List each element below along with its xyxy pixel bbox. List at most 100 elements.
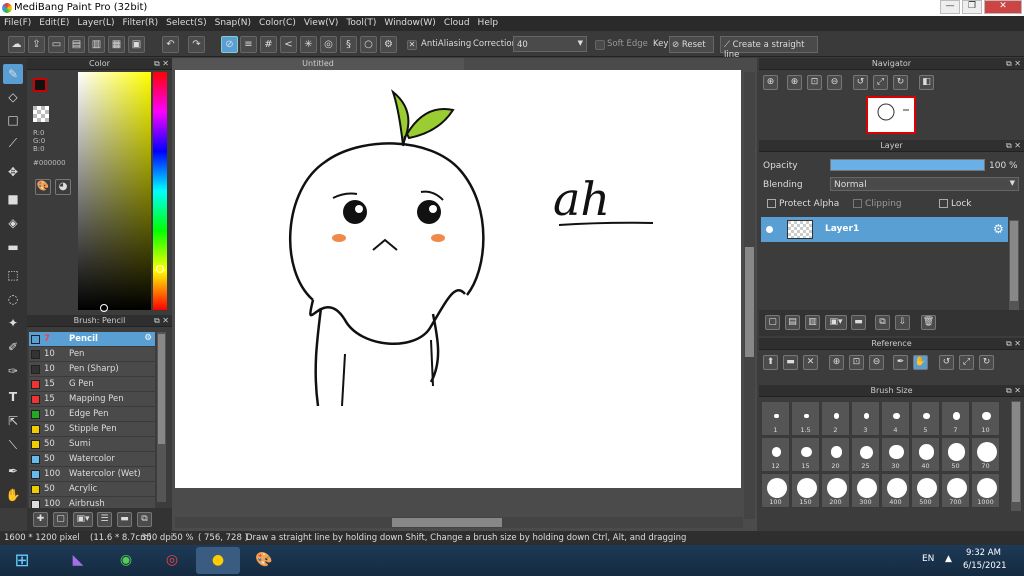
text-tool-icon[interactable]: T — [3, 387, 23, 407]
brush-size-option[interactable]: 1.5 — [791, 401, 820, 436]
magic-wand-icon[interactable]: ✦ — [3, 313, 23, 333]
layer-add-menu-icon[interactable]: ▣▾ — [825, 315, 847, 330]
layer-row[interactable]: Layer1 ⚙ — [761, 217, 1008, 242]
grid-doc-icon[interactable]: ▦ — [108, 36, 125, 53]
lock-checkbox[interactable] — [939, 199, 948, 208]
fill-tool-icon[interactable]: ◈ — [3, 213, 23, 233]
brush-size-option[interactable]: 300 — [851, 473, 880, 508]
paint-icon[interactable]: 🎨 — [242, 547, 286, 574]
blending-select[interactable]: Normal ▼ — [830, 177, 1019, 191]
panel-close-icon[interactable]: ⧉ ✕ — [154, 58, 169, 70]
tray-arrow-icon[interactable]: ▲ — [945, 554, 952, 564]
zoom-in-icon[interactable]: ⊕ — [763, 75, 778, 90]
brush-list-item[interactable]: 50 Acrylic — [29, 482, 155, 497]
protect-alpha-checkbox[interactable] — [767, 199, 776, 208]
add-brush-icon[interactable]: ✚ — [33, 512, 48, 527]
zoom-out-icon[interactable]: ⊖ — [827, 75, 842, 90]
restore-button[interactable]: ❐ — [962, 0, 982, 14]
menu-color[interactable]: Color(C) — [255, 16, 300, 30]
hand-tool-icon[interactable]: ✋ — [3, 485, 23, 505]
menu-select[interactable]: Select(S) — [162, 16, 211, 30]
soft-edge-checkbox[interactable] — [595, 40, 605, 50]
panel-close-icon[interactable]: ⧉ ✕ — [154, 315, 169, 327]
rotate-left-icon[interactable]: ↺ — [853, 75, 868, 90]
ref-open-icon[interactable]: ⬆ — [763, 355, 778, 370]
minimize-button[interactable]: — — [940, 0, 960, 14]
layout-icon[interactable]: ▣ — [128, 36, 145, 53]
transparent-color-swatch[interactable] — [33, 106, 49, 122]
hue-slider-handle[interactable] — [156, 265, 164, 273]
brush-size-option[interactable]: 5 — [911, 401, 940, 436]
clipping-checkbox[interactable] — [853, 199, 862, 208]
brush-size-option[interactable]: 700 — [941, 473, 970, 508]
menu-edit[interactable]: Edit(E) — [35, 16, 73, 30]
new-halftone-layer-icon[interactable]: ▤ — [785, 315, 800, 330]
ref-zoom-out-icon[interactable]: ⊖ — [869, 355, 884, 370]
correction-select[interactable]: 40 ▼ — [513, 36, 587, 52]
select-tool-icon[interactable]: ⬚ — [3, 265, 23, 285]
opacity-slider[interactable] — [830, 159, 985, 171]
medibang-taskbar-icon[interactable]: ● — [196, 547, 240, 574]
brush-size-option[interactable]: 400 — [881, 473, 910, 508]
brush-list-item[interactable]: 50 Sumi — [29, 437, 155, 452]
brush-size-option[interactable]: 15 — [791, 437, 820, 472]
snap-settings-icon[interactable]: ⚙ — [380, 36, 397, 53]
ref-zoom-in-icon[interactable]: ⊕ — [829, 355, 844, 370]
merge-layer-icon[interactable]: ⇩ — [895, 315, 910, 330]
visual-studio-icon[interactable]: ◣ — [56, 547, 100, 574]
undo-icon[interactable]: ↶ — [162, 36, 179, 53]
eraser-tool-icon[interactable]: ◇ — [3, 87, 23, 107]
brush-size-option[interactable]: 2 — [821, 401, 850, 436]
new-8bit-layer-icon[interactable]: ▥ — [805, 315, 820, 330]
duplicate-layer-icon[interactable]: ⧉ — [875, 315, 890, 330]
language-indicator[interactable]: EN — [922, 554, 934, 564]
layer-settings-icon[interactable]: ⚙ — [993, 222, 1004, 236]
ref-rotate-left-icon[interactable]: ↺ — [939, 355, 954, 370]
menu-cloud[interactable]: Cloud — [440, 16, 474, 30]
chrome-icon[interactable]: ◎ — [150, 547, 194, 574]
line-tool-icon[interactable]: ⟋ — [3, 133, 23, 153]
fit-icon[interactable]: ⊡ — [807, 75, 822, 90]
redo-icon[interactable]: ↷ — [188, 36, 205, 53]
navigator-thumbnail[interactable] — [866, 96, 916, 134]
drawing-canvas[interactable]: ah — [175, 70, 741, 488]
start-button-icon[interactable]: ⊞ — [2, 547, 42, 574]
brush-size-option[interactable]: 12 — [761, 437, 790, 472]
menu-tool[interactable]: Tool(T) — [342, 16, 380, 30]
foreground-color-swatch[interactable] — [33, 78, 47, 92]
brush-size-option[interactable]: 100 — [761, 473, 790, 508]
rotate-right-icon[interactable]: ↻ — [893, 75, 908, 90]
brush-size-option[interactable]: 500 — [911, 473, 940, 508]
divide-tool-icon[interactable]: ⟍ — [3, 435, 23, 455]
brush-list-item[interactable]: 15 G Pen — [29, 377, 155, 392]
eyedropper-icon[interactable]: ✒ — [3, 461, 23, 481]
ref-close-icon[interactable]: ✕ — [803, 355, 818, 370]
hue-slider[interactable] — [153, 72, 167, 310]
visibility-icon[interactable] — [766, 226, 773, 233]
vertical-scrollbar-thumb[interactable] — [745, 247, 754, 357]
comment-icon[interactable]: ▭ — [48, 36, 65, 53]
brush-size-option[interactable]: 150 — [791, 473, 820, 508]
curve-snap-icon[interactable]: § — [340, 36, 357, 53]
new-brush-icon[interactable]: ▢ — [53, 512, 68, 527]
menu-view[interactable]: View(V) — [300, 16, 343, 30]
menu-file[interactable]: File(F) — [0, 16, 35, 30]
cloud-icon[interactable]: ☁ — [8, 36, 25, 53]
brush-list-item[interactable]: 50 Stipple Pen — [29, 422, 155, 437]
ref-hand-icon[interactable]: ✋ — [913, 355, 928, 370]
antialiasing-checkbox[interactable]: ✕ — [407, 40, 417, 50]
brush-list-item[interactable]: 7 Pencil ⚙ — [29, 332, 155, 347]
clock-time[interactable]: 9:32 AM — [966, 548, 1001, 558]
scrollbar-thumb[interactable] — [158, 334, 165, 444]
create-straight-line-button[interactable]: ⟋ Create a straight line — [720, 36, 818, 60]
brush-size-option[interactable]: 7 — [941, 401, 970, 436]
brush-tool-icon[interactable]: ✎ — [3, 64, 23, 84]
zoom-in-2-icon[interactable]: ⊕ — [787, 75, 802, 90]
brush-list-scrollbar[interactable] — [157, 332, 166, 502]
panel-close-icon[interactable]: ⧉ ✕ — [1006, 58, 1021, 70]
panel-close-icon[interactable]: ⧉ ✕ — [1006, 140, 1021, 152]
brush-size-option[interactable]: 70 — [971, 437, 1000, 472]
snap-off-icon[interactable]: ⊘ — [221, 36, 238, 53]
layer-folder-icon[interactable]: ▬ — [851, 315, 866, 330]
brush-size-scrollbar-thumb[interactable] — [1012, 402, 1020, 502]
